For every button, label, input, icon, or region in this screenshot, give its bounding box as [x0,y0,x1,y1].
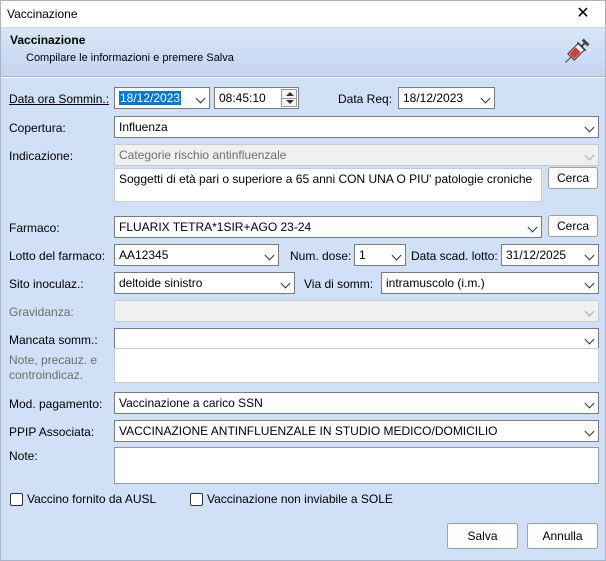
chevron-down-icon [280,278,291,289]
non-inviabile-sole-label: Vaccinazione non inviabile a SOLE [207,492,393,506]
data-ora-label-text: Data ora Sommin.: [9,92,110,106]
lotto-select[interactable]: AA12345 [114,244,279,266]
note-precauz-textarea[interactable] [114,348,599,383]
note-label: Note: [9,449,38,463]
copertura-select[interactable]: Influenza [114,116,599,138]
note-textarea[interactable] [114,447,599,484]
farmaco-value: FLUARIX TETRA*1SIR+AGO 23-24 [119,220,312,234]
chevron-down-icon [584,306,595,317]
title-bar: Vaccinazione ✕ [1,1,605,28]
syringe-icon [564,38,590,64]
header-title: Vaccinazione [10,33,86,47]
num-dose-value: 1 [359,248,366,262]
num-dose-label: Num. dose: [290,249,352,263]
save-button[interactable]: Salva [447,523,518,549]
time-spinner[interactable] [281,89,297,107]
checkbox-box[interactable] [190,492,203,506]
indicazione-select[interactable]: Categorie rischio antinfluenzale [114,144,599,166]
note-precauz-label-line2: controindicaz. [9,368,84,382]
data-req-label: Data Req: [338,92,393,106]
vaccino-ausl-label: Vaccino fornito da AUSL [27,492,157,506]
data-req-value: 18/12/2023 [403,91,464,105]
chevron-down-icon [584,426,595,437]
non-inviabile-sole-checkbox[interactable]: Vaccinazione non inviabile a SOLE [190,492,393,506]
chevron-down-icon [480,93,491,104]
checkbox-box[interactable] [10,492,23,506]
ppip-label: PPIP Associata: [9,425,95,439]
chevron-down-icon [391,250,402,261]
chevron-down-icon [584,122,595,133]
indicazione-detail-value: Soggetti di età pari o superiore a 65 an… [119,172,533,186]
data-req-date-picker[interactable]: 18/12/2023 [398,87,495,109]
num-dose-select[interactable]: 1 [354,244,406,266]
data-sommin-date-picker[interactable]: 18/12/2023 [114,87,210,109]
ppip-select[interactable]: VACCINAZIONE ANTINFLUENZALE IN STUDIO ME… [114,420,599,442]
mod-pagamento-label: Mod. pagamento: [9,397,103,411]
chevron-down-icon [264,250,275,261]
data-ora-label: Data ora Sommin.: [9,92,109,106]
ppip-value: VACCINAZIONE ANTINFLUENZALE IN STUDIO ME… [119,424,498,438]
vaccino-ausl-checkbox[interactable]: Vaccino fornito da AUSL [10,492,156,506]
gravidanza-label: Gravidanza: [9,305,74,319]
spin-up-icon[interactable] [286,92,294,96]
copertura-value: Influenza [119,120,168,134]
sito-value: deltoide sinistro [119,276,203,290]
farmaco-search-button[interactable]: Cerca [548,215,598,237]
ora-sommin-time-field[interactable]: 08:45:10 [214,87,299,109]
lotto-label: Lotto del farmaco: [9,249,106,263]
chevron-down-icon [195,93,206,104]
scad-lotto-date-picker[interactable]: 31/12/2025 [501,244,599,266]
via-select[interactable]: intramuscolo (i.m.) [381,272,599,294]
header-separator [1,77,605,78]
scad-lotto-label: Data scad. lotto: [411,249,498,263]
scad-lotto-value: 31/12/2025 [506,248,567,262]
gravidanza-select[interactable] [114,300,599,322]
window-title: Vaccinazione [7,7,78,21]
chevron-down-icon [584,398,595,409]
chevron-down-icon [527,222,538,233]
via-value: intramuscolo (i.m.) [386,276,485,290]
sito-select[interactable]: deltoide sinistro [114,272,295,294]
data-sommin-date-value: 18/12/2023 [119,91,182,105]
mancata-select[interactable] [114,328,599,350]
header-subtitle: Compilare le informazioni e premere Salv… [26,52,234,64]
dialog-header: Vaccinazione Compilare le informazioni e… [1,29,605,77]
chevron-down-icon [584,150,595,161]
chevron-down-icon [584,250,595,261]
ora-sommin-value: 08:45:10 [219,91,266,105]
sito-label: Sito inoculaz.: [9,277,84,291]
vaccinazione-dialog: Vaccinazione ✕ Vaccinazione Compilare le… [0,0,606,561]
mancata-label: Mancata somm.: [9,333,98,347]
mod-pagamento-value: Vaccinazione a carico SSN [119,396,263,410]
via-label: Via di somm: [304,277,374,291]
chevron-down-icon [584,278,595,289]
spin-down-icon[interactable] [286,100,294,104]
indicazione-label: Indicazione: [9,149,74,163]
cancel-button[interactable]: Annulla [527,523,598,549]
farmaco-label: Farmaco: [9,221,60,235]
indicazione-search-button[interactable]: Cerca [548,167,598,189]
farmaco-select[interactable]: FLUARIX TETRA*1SIR+AGO 23-24 [114,216,542,238]
mod-pagamento-select[interactable]: Vaccinazione a carico SSN [114,392,599,414]
lotto-value: AA12345 [119,248,169,262]
copertura-label: Copertura: [9,121,66,135]
chevron-down-icon [584,334,595,345]
indicazione-value: Categorie rischio antinfluenzale [119,148,287,162]
indicazione-detail-text[interactable]: Soggetti di età pari o superiore a 65 an… [114,168,542,202]
close-icon[interactable]: ✕ [561,1,605,28]
note-precauz-label-line1: Note, precauz. e [9,353,98,367]
